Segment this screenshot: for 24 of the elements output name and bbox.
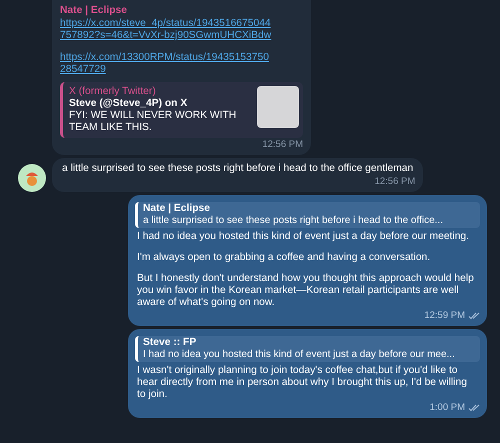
message-text: a little surprised to see these posts right before i head to the office gentleman bbox=[62, 163, 414, 175]
preview-thumbnail bbox=[257, 86, 299, 128]
message-text: But I honestly don't understand how you thought this approach would help you win favor in the Korean market—Korean retail participants are well aware of what's going on now. bbox=[137, 273, 475, 309]
link-preview[interactable]: X (formerly Twitter) Steve (@Steve_4P) on X FYI: WE WILL NEVER WORK WITH TEAM LIKE THIS. bbox=[60, 82, 303, 138]
preview-site: X (formerly Twitter) bbox=[69, 86, 157, 98]
quote-sender: Steve :: FP bbox=[143, 337, 198, 349]
message-text: I had no idea you hosted this kind of event just a day before our meeting. bbox=[137, 231, 470, 243]
quote-text: a little surprised to see these posts right before i head to the office... bbox=[143, 215, 444, 227]
message-link[interactable]: https://x.com/steve_4p/status/1943516675044757892?s=46&t=VvXr-bzj90SGwmUHCXiBdw bbox=[60, 18, 303, 42]
reply-quote[interactable]: Steve :: FP I had no idea you hosted this kind of event just a day before our mee... bbox=[135, 336, 480, 362]
message-time: 12:56 PM bbox=[262, 139, 303, 151]
message-time: 12:59 PM bbox=[424, 310, 465, 322]
message-text: I wasn't originally planning to join today's coffee chat,but if you'd like to hear directly from me in person about why I brought this up, I'd be willing to join. bbox=[137, 365, 468, 401]
preview-title: Steve (@Steve_4P) on X bbox=[69, 98, 188, 110]
message-time: 12:56 PM bbox=[374, 176, 416, 188]
sender-name: Nate | Eclipse bbox=[60, 5, 128, 17]
quote-sender: Nate | Eclipse bbox=[143, 203, 211, 215]
message-text: I'm always open to grabbing a coffee and having a conversation. bbox=[137, 252, 432, 264]
message-time: 1:00 PM bbox=[430, 402, 465, 414]
avatar bbox=[18, 164, 46, 192]
message-link[interactable]: https://x.com/13300RPM/status/1943515375028547729 bbox=[60, 52, 303, 76]
quote-text: I had no idea you hosted this kind of event just a day before our mee... bbox=[143, 349, 456, 361]
reply-quote[interactable]: Nate | Eclipse a little surprised to see these posts right before i head to the office... bbox=[135, 202, 480, 228]
preview-text: FYI: WE WILL NEVER WORK WITH TEAM LIKE THIS. bbox=[69, 110, 238, 134]
